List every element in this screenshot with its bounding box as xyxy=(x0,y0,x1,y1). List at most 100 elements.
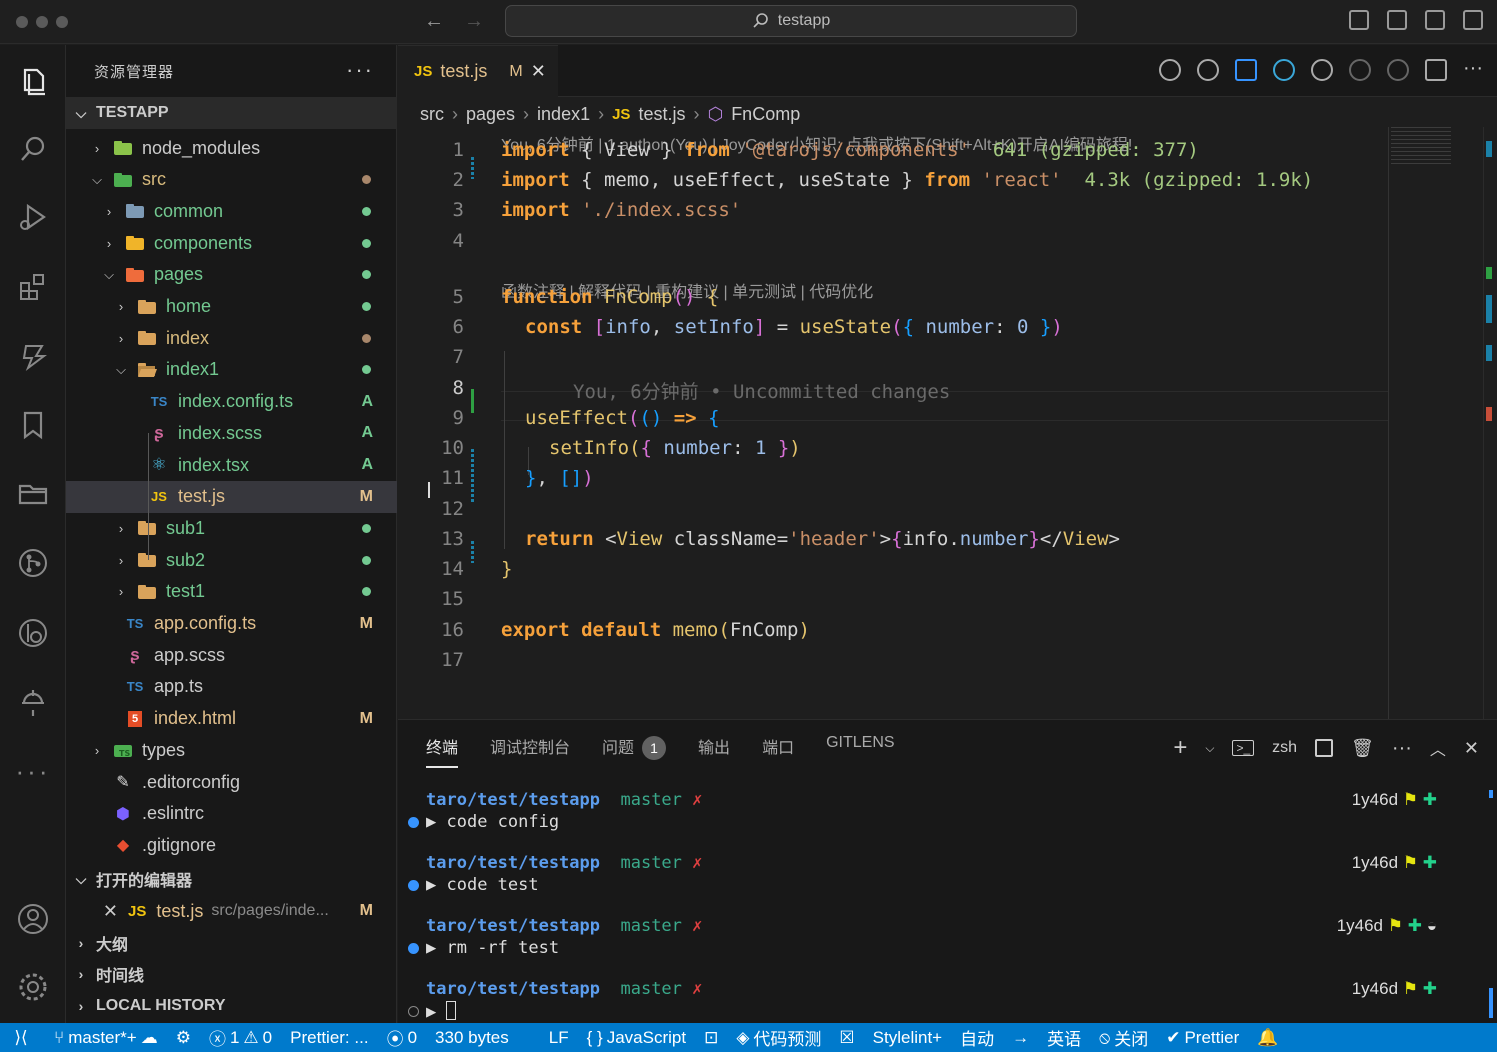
language-mode[interactable]: { } JavaScript xyxy=(587,1028,686,1048)
command-decoration[interactable] xyxy=(408,1006,419,1017)
open-editors-header[interactable]: ⌵ 打开的编辑器 xyxy=(66,863,397,895)
tree-folder-item[interactable]: › common xyxy=(66,195,397,227)
tree-folder-item[interactable]: › sub1 xyxy=(66,512,397,544)
minimize-window-button[interactable] xyxy=(36,16,48,28)
maximize-window-button[interactable] xyxy=(56,16,68,28)
breadcrumb-item[interactable]: FnComp xyxy=(731,104,800,125)
tree-file-item[interactable]: TS app.ts xyxy=(66,671,397,703)
close-status[interactable]: ⦸ 关闭 xyxy=(1099,1025,1148,1050)
remote-icon[interactable]: ⟩⟨ xyxy=(0,1028,42,1048)
compare-changes-icon[interactable] xyxy=(1197,59,1219,81)
tab-debug-console[interactable]: 调试控制台 xyxy=(490,734,570,768)
extensions-icon[interactable] xyxy=(0,265,66,309)
workspace-root-header[interactable]: ⌵ TESTAPP xyxy=(66,97,397,129)
forward-arrow-icon[interactable]: → xyxy=(464,10,484,33)
tree-file-item[interactable]: ʂ app.scss xyxy=(66,639,397,671)
tab-test-js[interactable]: JS test.js M ✕ xyxy=(398,45,558,97)
tab-ports[interactable]: 端口 xyxy=(762,734,794,768)
breadcrumb-item[interactable]: src xyxy=(420,104,444,125)
tab-terminal[interactable]: 终端 xyxy=(426,734,459,768)
tree-folder-item[interactable]: ⌵ index1 xyxy=(66,354,397,386)
tree-folder-item[interactable]: › node_modules xyxy=(66,132,397,164)
split-editor-icon[interactable] xyxy=(1425,59,1447,81)
prettier-status[interactable]: ✔ Prettier xyxy=(1166,1028,1239,1048)
problems-status[interactable]: ⓧ 1 ⚠ 0 xyxy=(209,1025,272,1050)
close-tab-icon[interactable]: ✕ xyxy=(531,61,546,82)
notifications-bell-icon[interactable]: 🔔 xyxy=(1257,1028,1278,1048)
copilot-icon[interactable]: ☒ xyxy=(839,1028,854,1048)
tree-file-item[interactable]: ʂ index.scss A xyxy=(66,417,397,449)
gitlens-launchpad-icon[interactable]: ⚙ xyxy=(176,1028,191,1048)
split-terminal-icon[interactable] xyxy=(1315,739,1334,757)
maximize-panel-icon[interactable]: ︿ xyxy=(1430,736,1446,760)
run-debug-icon[interactable] xyxy=(0,195,66,239)
source-control-icon[interactable] xyxy=(0,541,66,585)
tree-file-item[interactable]: 5 index.html M xyxy=(66,703,397,735)
tab-problems[interactable]: 问题 1 xyxy=(602,734,667,768)
gitlens-icon[interactable] xyxy=(0,611,66,655)
trash-icon[interactable]: 🗑 xyxy=(1351,738,1374,759)
tree-file-item[interactable]: ✎ .editorconfig xyxy=(66,766,397,798)
joycoder-icon[interactable] xyxy=(0,335,66,379)
search-icon[interactable] xyxy=(0,127,66,171)
open-changes-icon[interactable] xyxy=(1235,59,1257,81)
tree-file-item[interactable]: ◆ .gitignore xyxy=(66,829,397,861)
openai-icon[interactable] xyxy=(1273,59,1295,81)
tree-folder-item[interactable]: › index xyxy=(66,322,397,354)
customize-layout-icon[interactable] xyxy=(1463,10,1483,30)
chevron-down-icon[interactable]: ⌵ xyxy=(1205,741,1214,756)
next-change-icon[interactable] xyxy=(1387,59,1409,81)
command-decoration[interactable] xyxy=(408,817,419,828)
tree-folder-item[interactable]: › test1 xyxy=(66,576,397,608)
tree-file-item[interactable]: TS app.config.ts M xyxy=(66,608,397,640)
outline-header[interactable]: › 大纲 xyxy=(66,927,397,959)
eol-status[interactable]: LF xyxy=(549,1028,569,1048)
tree-folder-item[interactable]: › components xyxy=(66,227,397,259)
toggle-primary-sidebar-icon[interactable] xyxy=(1349,10,1369,30)
prettier-status-short[interactable]: Prettier: ... xyxy=(290,1028,368,1048)
project-manager-icon[interactable] xyxy=(0,471,66,515)
code-editor[interactable]: You, 6分钟前 | 1 author (You) | JoyCoder小知识… xyxy=(398,129,1388,740)
close-icon[interactable]: ✕ xyxy=(66,901,128,922)
bookmark-icon[interactable] xyxy=(0,403,66,447)
stylelint-status[interactable]: Stylelint+ xyxy=(873,1028,942,1048)
tree-file-item[interactable]: ⚛ index.tsx A xyxy=(66,449,397,481)
breadcrumb-item[interactable]: pages xyxy=(466,104,515,125)
command-decoration[interactable] xyxy=(408,943,419,954)
more-actions-icon[interactable]: ··· xyxy=(346,57,374,83)
tree-file-item[interactable]: TS index.config.ts A xyxy=(66,386,397,418)
close-panel-icon[interactable]: ✕ xyxy=(1464,738,1479,759)
terminal-status-icon[interactable]: ⊡ xyxy=(704,1028,718,1048)
toggle-secondary-sidebar-icon[interactable] xyxy=(1425,10,1445,30)
branch-status[interactable]: ⑂ master*+ ☁ xyxy=(54,1028,158,1048)
tree-folder-item[interactable]: ⌵ pages xyxy=(66,259,397,291)
more-actions-icon[interactable]: ··· xyxy=(1392,737,1412,760)
tree-file-item[interactable]: ⬢ .eslintrc xyxy=(66,798,397,830)
tab-gitlens[interactable]: GITLENS xyxy=(826,734,894,768)
new-terminal-icon[interactable]: + xyxy=(1173,734,1187,762)
close-window-button[interactable] xyxy=(16,16,28,28)
minimap[interactable] xyxy=(1391,127,1479,717)
auto-status[interactable]: 自动 xyxy=(960,1025,994,1050)
tree-file-item[interactable]: JS test.js M xyxy=(66,480,397,513)
command-decoration[interactable] xyxy=(408,880,419,891)
tree-folder-item[interactable]: › TS types xyxy=(66,734,397,766)
timeline-header[interactable]: › 时间线 xyxy=(66,958,397,990)
go-back-icon[interactable] xyxy=(1311,59,1333,81)
settings-gear-icon[interactable] xyxy=(0,965,66,1009)
history-icon[interactable] xyxy=(1159,59,1181,81)
explorer-icon[interactable] xyxy=(0,59,66,103)
back-arrow-icon[interactable]: ← xyxy=(424,10,444,33)
previous-change-icon[interactable] xyxy=(1349,59,1371,81)
ports-status[interactable]: ⦿ 0 xyxy=(387,1025,417,1050)
timeline-icon[interactable] xyxy=(0,681,66,725)
english-status[interactable]: 英语 xyxy=(1047,1025,1081,1050)
tree-folder-item[interactable]: ⌵ src xyxy=(66,164,397,196)
editor-scrollbar[interactable] xyxy=(1483,127,1497,719)
shell-label[interactable]: zsh xyxy=(1272,739,1297,757)
tree-folder-item[interactable]: › sub2 xyxy=(66,544,397,576)
local-history-header[interactable]: › LOCAL HISTORY xyxy=(66,990,397,1022)
toggle-panel-icon[interactable] xyxy=(1387,10,1407,30)
tab-output[interactable]: 输出 xyxy=(698,734,730,768)
command-center-search[interactable]: testapp xyxy=(505,5,1077,37)
